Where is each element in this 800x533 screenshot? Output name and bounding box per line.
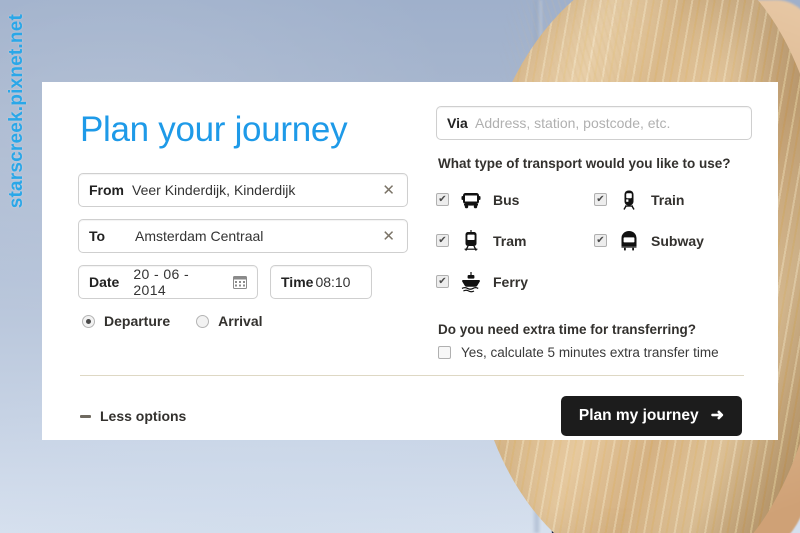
date-label: Date: [89, 274, 120, 290]
ferry-checkbox[interactable]: [436, 275, 449, 288]
transport-option-tram[interactable]: Tram: [436, 220, 594, 261]
journey-form-right-column: Via Address, station, postcode, etc. Wha…: [408, 104, 752, 375]
time-value[interactable]: 08:10: [315, 274, 350, 290]
departure-radio-dot[interactable]: [82, 314, 95, 328]
transport-option-train[interactable]: Train: [594, 179, 752, 220]
subway-label: Subway: [651, 232, 704, 249]
from-field[interactable]: From Veer Kinderdijk, Kinderdijk ✕: [78, 173, 408, 207]
arrow-right-icon: ➜: [710, 407, 724, 424]
via-placeholder[interactable]: Address, station, postcode, etc.: [475, 115, 670, 131]
transfer-time-option[interactable]: Yes, calculate 5 minutes extra transfer …: [438, 345, 752, 360]
plan-my-journey-button[interactable]: Plan my journey ➜: [560, 396, 742, 436]
tram-checkbox[interactable]: [436, 234, 449, 247]
from-label: From: [89, 182, 124, 198]
calendar-icon[interactable]: [223, 275, 257, 289]
arrival-label: Arrival: [218, 313, 263, 329]
time-field[interactable]: Time 08:10: [270, 265, 372, 299]
page-title: Plan your journey: [80, 110, 348, 149]
plan-button-label: Plan my journey: [578, 407, 699, 424]
less-options-toggle[interactable]: Less options: [80, 408, 186, 424]
journey-planner-card: Plan your journey From Veer Kinderdijk, …: [42, 82, 778, 440]
bus-checkbox[interactable]: [436, 193, 449, 206]
ferry-icon: [458, 271, 484, 293]
arrival-radio-dot[interactable]: [196, 314, 210, 328]
date-field[interactable]: Date 20 - 06 - 2014: [78, 265, 258, 299]
via-label: Via: [447, 115, 468, 131]
transport-option-bus[interactable]: Bus: [436, 179, 594, 220]
tram-label: Tram: [493, 232, 527, 249]
radio-departure[interactable]: Departure: [82, 313, 170, 329]
departure-label: Departure: [104, 313, 171, 329]
minus-icon: [80, 414, 91, 418]
subway-checkbox[interactable]: [594, 234, 607, 247]
train-checkbox[interactable]: [594, 193, 607, 206]
site-watermark: starscreek.pixnet.net: [6, 14, 27, 209]
clear-to-icon[interactable]: ✕: [370, 229, 407, 244]
transport-option-subway[interactable]: Subway: [594, 220, 752, 261]
transport-options-grid: Bus Train: [436, 179, 752, 302]
time-label: Time: [281, 274, 314, 290]
train-icon: [616, 189, 642, 211]
tram-icon: [458, 229, 484, 252]
transport-option-ferry[interactable]: Ferry: [436, 261, 594, 302]
timing-radio-group: Departure Arrival: [82, 313, 408, 329]
clear-from-icon[interactable]: ✕: [370, 183, 407, 198]
subway-icon: [616, 230, 642, 252]
date-value[interactable]: 20 - 06 - 2014: [133, 266, 223, 298]
bus-label: Bus: [493, 191, 520, 208]
less-options-label: Less options: [100, 408, 187, 424]
to-field[interactable]: To Amsterdam Centraal ✕: [78, 219, 408, 253]
bus-icon: [458, 189, 484, 211]
via-field[interactable]: Via Address, station, postcode, etc.: [436, 106, 752, 140]
card-footer: Less options Plan my journey ➜: [78, 376, 752, 440]
transfer-checkbox[interactable]: [438, 346, 451, 359]
ferry-label: Ferry: [493, 273, 529, 290]
date-time-row: Date 20 - 06 - 2014 Time 08:10: [78, 265, 408, 299]
transfer-label: Yes, calculate 5 minutes extra transfer …: [461, 345, 719, 360]
journey-form-left-column: Plan your journey From Veer Kinderdijk, …: [78, 104, 408, 375]
to-label: To: [89, 228, 106, 244]
train-label: Train: [651, 191, 685, 208]
transfer-question: Do you need extra time for transferring?: [438, 322, 697, 337]
to-value[interactable]: Amsterdam Centraal: [135, 228, 263, 244]
from-value[interactable]: Veer Kinderdijk, Kinderdijk: [132, 182, 295, 198]
radio-arrival[interactable]: Arrival: [196, 313, 263, 329]
transport-question: What type of transport would you like to…: [438, 156, 731, 171]
